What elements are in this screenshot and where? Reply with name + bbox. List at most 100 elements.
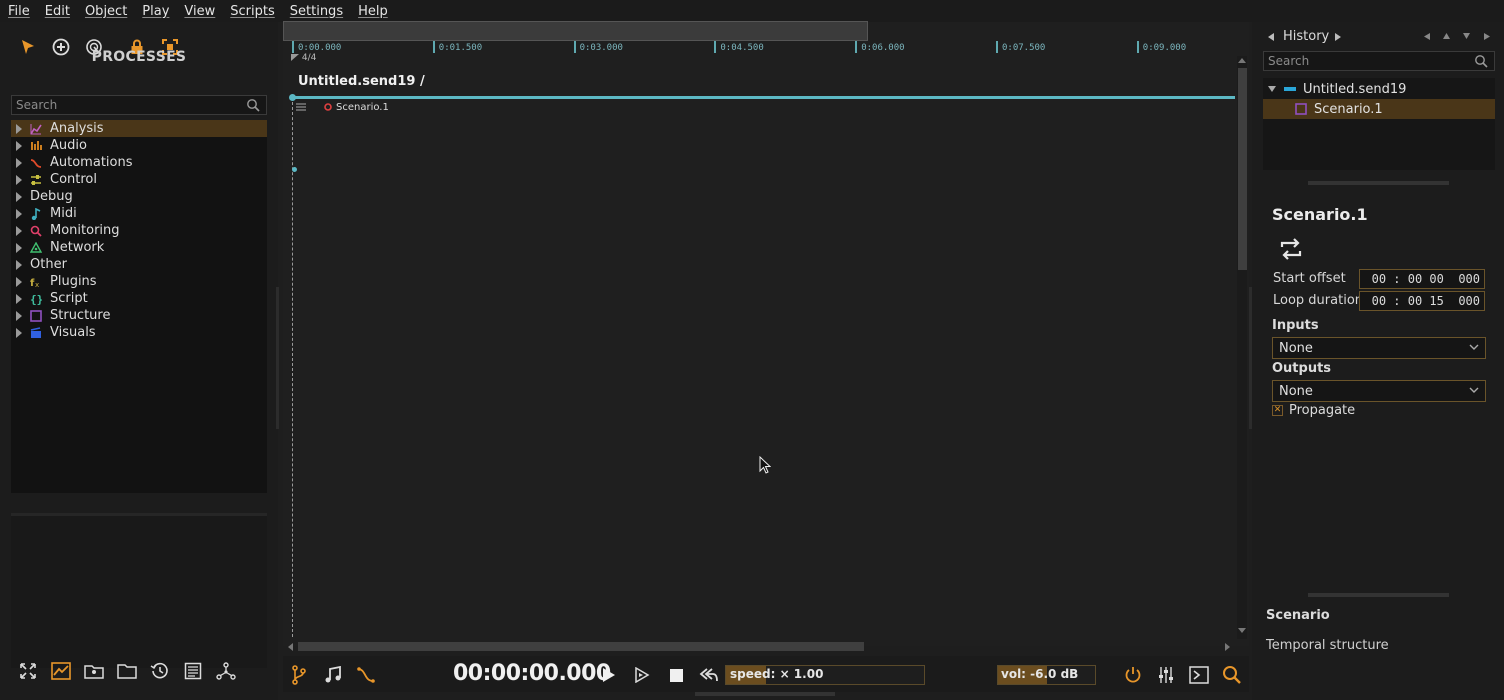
- menu-edit[interactable]: Edit: [41, 4, 74, 19]
- console-button[interactable]: [1188, 664, 1210, 686]
- expand-triangle-icon[interactable]: [16, 140, 22, 151]
- time-ruler[interactable]: 0:00.000 0:01.500 0:03.000 0:04.500 0:06.000…: [290, 41, 1240, 55]
- menu-settings[interactable]: Settings: [286, 4, 347, 19]
- process-category-automations[interactable]: Automations: [11, 154, 267, 171]
- menu-object[interactable]: Object: [81, 4, 131, 19]
- inspector-splitter[interactable]: [1308, 181, 1449, 185]
- process-category-script[interactable]: {} Script: [11, 290, 267, 307]
- breadcrumb[interactable]: Untitled.send19 /: [298, 74, 425, 89]
- info-splitter[interactable]: [1308, 593, 1449, 597]
- log-button[interactable]: [182, 660, 204, 682]
- automation-button[interactable]: [355, 664, 377, 686]
- expand-triangle-icon[interactable]: [16, 310, 22, 321]
- scroll-left-icon[interactable]: [287, 643, 293, 651]
- loop-icon[interactable]: [1278, 237, 1304, 261]
- vertical-scroll-thumb[interactable]: [1238, 68, 1247, 270]
- search-icon[interactable]: [1474, 54, 1488, 68]
- timeline-zoom-scrollbar[interactable]: [283, 21, 868, 41]
- expand-triangle-icon[interactable]: [16, 327, 22, 338]
- history-up-icon[interactable]: [1443, 33, 1450, 39]
- graph-nodes-icon: [216, 662, 236, 680]
- expand-triangle-icon[interactable]: [16, 259, 22, 270]
- process-category-midi[interactable]: Midi: [11, 205, 267, 222]
- process-search-input[interactable]: [11, 95, 267, 115]
- branch-button[interactable]: [288, 664, 310, 686]
- search-button[interactable]: [1221, 664, 1243, 686]
- inputs-select[interactable]: None: [1272, 337, 1486, 359]
- process-category-analysis[interactable]: Analysis: [11, 120, 267, 137]
- menu-view[interactable]: View: [180, 4, 219, 19]
- expand-triangle-icon[interactable]: [16, 242, 22, 253]
- process-category-other[interactable]: Other: [11, 256, 267, 273]
- history-tab-label[interactable]: History: [1283, 29, 1329, 44]
- object-tree: Untitled.send19 Scenario.1: [1263, 78, 1495, 170]
- process-category-visuals[interactable]: Visuals: [11, 324, 267, 341]
- recent-button[interactable]: [149, 660, 171, 682]
- start-state[interactable]: [289, 94, 296, 101]
- outputs-select[interactable]: None: [1272, 380, 1486, 402]
- play-button[interactable]: [598, 664, 620, 686]
- scenario-header[interactable]: Scenario.1: [296, 100, 389, 114]
- process-category-plugins[interactable]: f x Plugins: [11, 273, 267, 290]
- audio-button[interactable]: [322, 664, 344, 686]
- hamburger-icon[interactable]: [296, 103, 306, 111]
- panel-prev-icon[interactable]: [1268, 33, 1274, 41]
- filesystem-button[interactable]: [116, 660, 138, 682]
- tree-item-scenario[interactable]: Scenario.1: [1263, 99, 1495, 119]
- ruler-tick-label: 0:06.000: [855, 41, 905, 53]
- expand-triangle-icon[interactable]: [1268, 86, 1276, 92]
- loop-duration-field[interactable]: 00 : 00 15 000: [1359, 291, 1485, 311]
- expand-arrows-icon: [20, 663, 36, 679]
- horizontal-scroll-thumb[interactable]: [298, 642, 864, 651]
- expand-triangle-icon[interactable]: [16, 208, 22, 219]
- mixer-button[interactable]: [1155, 664, 1177, 686]
- expand-triangle-icon[interactable]: [16, 293, 22, 304]
- scroll-down-icon[interactable]: [1238, 628, 1246, 634]
- svg-text:x: x: [35, 281, 39, 288]
- play-globally-button[interactable]: [631, 664, 653, 686]
- scroll-up-icon[interactable]: [1238, 57, 1246, 63]
- left-splitter[interactable]: [276, 287, 279, 429]
- scenario-interval[interactable]: [292, 96, 1235, 99]
- menu-play[interactable]: Play: [138, 4, 173, 19]
- menu-file[interactable]: File: [4, 4, 34, 19]
- scroll-right-icon[interactable]: [1225, 643, 1231, 651]
- stop-icon: [669, 668, 683, 682]
- propagate-checkbox[interactable]: ✕: [1272, 405, 1283, 416]
- bottom-dock-handle[interactable]: [695, 692, 835, 696]
- process-category-structure[interactable]: Structure: [11, 307, 267, 324]
- expand-triangle-icon[interactable]: [16, 276, 22, 287]
- process-category-label: Structure: [50, 308, 111, 323]
- search-icon[interactable]: [246, 98, 260, 112]
- expand-triangle-icon[interactable]: [16, 225, 22, 236]
- menu-scripts[interactable]: Scripts: [226, 4, 278, 19]
- history-forward-icon[interactable]: [1484, 33, 1490, 40]
- ruler-tick-label: 0:09.000: [1136, 41, 1186, 53]
- stop-button[interactable]: [665, 664, 687, 686]
- state-marker[interactable]: [292, 167, 297, 172]
- process-category-network[interactable]: Network: [11, 239, 267, 256]
- tree-item-root[interactable]: Untitled.send19: [1263, 79, 1495, 99]
- process-category-audio[interactable]: Audio: [11, 137, 267, 154]
- history-back-icon[interactable]: [1424, 33, 1430, 40]
- history-down-icon[interactable]: [1463, 33, 1470, 39]
- fx-icon: fx: [30, 278, 39, 288]
- analysis-view-button[interactable]: [50, 660, 72, 682]
- expand-triangle-icon[interactable]: [16, 191, 22, 202]
- panel-next-icon[interactable]: [1335, 33, 1341, 41]
- audio-engine-button[interactable]: [1122, 664, 1144, 686]
- expand-triangle-icon[interactable]: [16, 123, 22, 134]
- process-category-debug[interactable]: Debug: [11, 188, 267, 205]
- zoom-fit-button[interactable]: [17, 660, 39, 682]
- project-files-button[interactable]: [83, 660, 105, 682]
- menu-help[interactable]: Help: [354, 4, 392, 19]
- process-category-control[interactable]: Control: [11, 171, 267, 188]
- start-offset-field[interactable]: 00 : 00 00 000: [1359, 269, 1485, 289]
- nodes-button[interactable]: [215, 660, 237, 682]
- reinitialize-button[interactable]: [698, 664, 720, 686]
- process-category-monitoring[interactable]: Monitoring: [11, 222, 267, 239]
- scenario-timeline[interactable]: [283, 22, 1249, 646]
- expand-triangle-icon[interactable]: [16, 157, 22, 168]
- expand-triangle-icon[interactable]: [16, 174, 22, 185]
- history-search-input[interactable]: [1263, 51, 1495, 71]
